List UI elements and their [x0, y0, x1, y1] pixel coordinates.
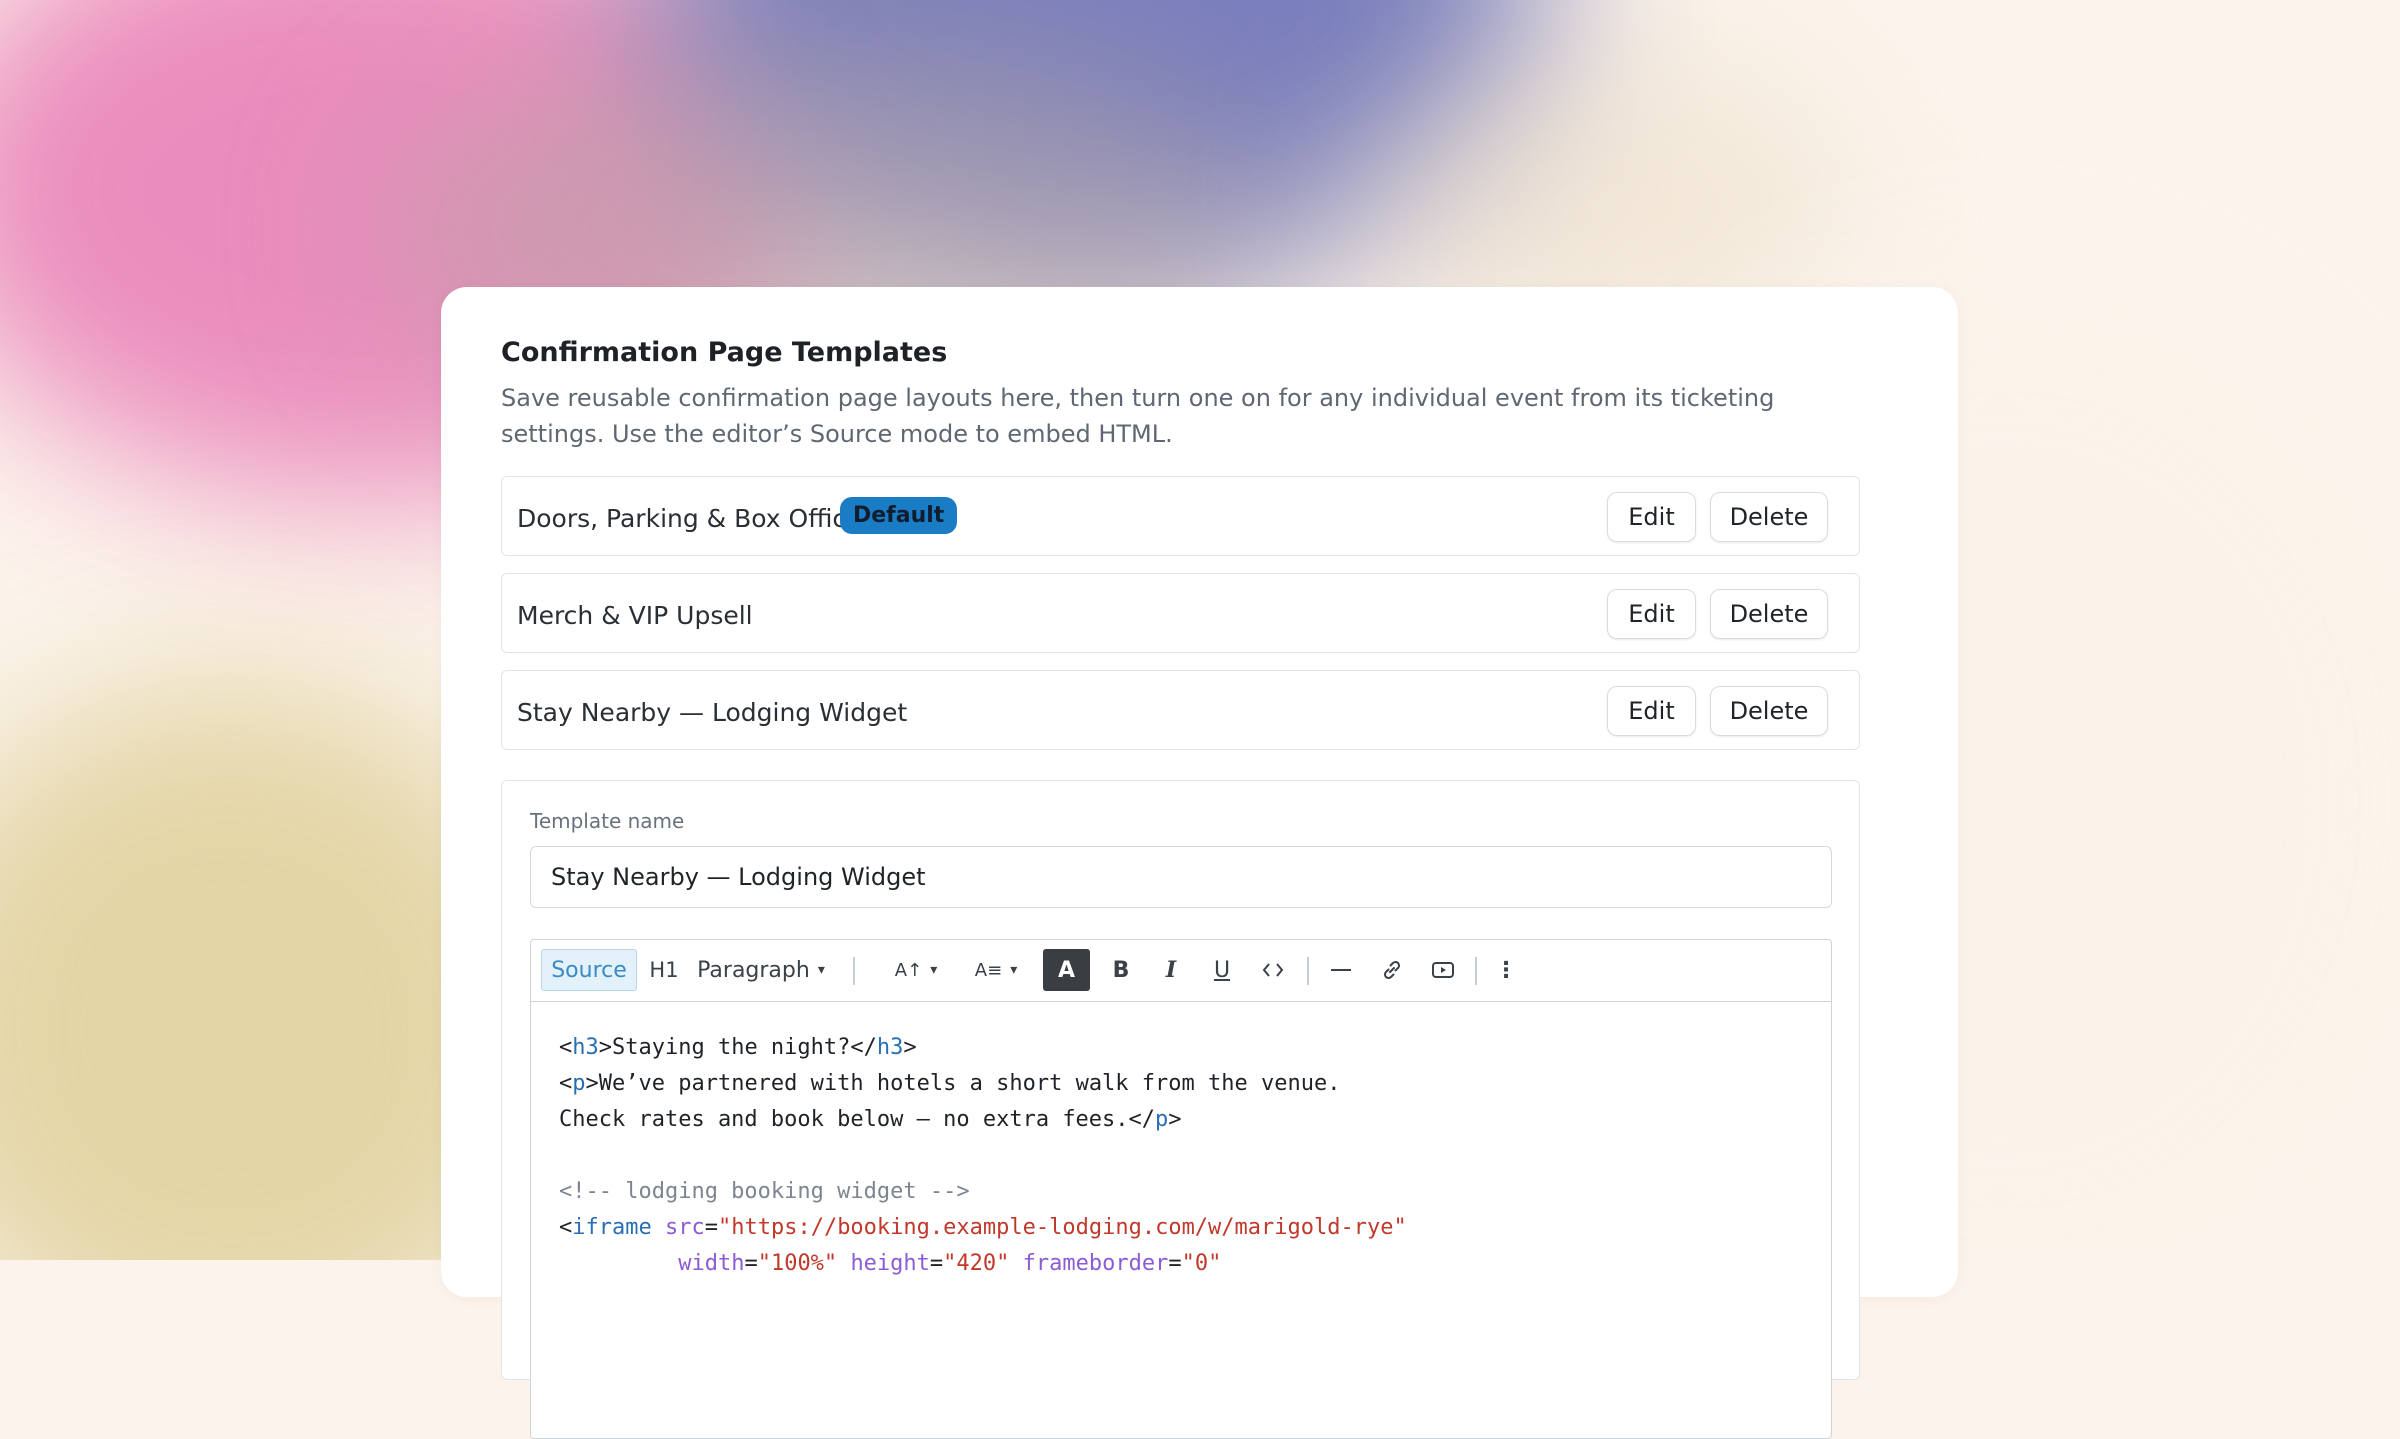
source-mode-button[interactable]: Source — [541, 949, 637, 991]
chevron-down-icon: ▾ — [817, 962, 825, 978]
delete-button[interactable]: Delete — [1710, 492, 1828, 542]
link-icon[interactable] — [1372, 949, 1412, 991]
bold-button[interactable]: B — [1101, 949, 1141, 991]
template-name: Doors, Parking & Box Office — [517, 504, 862, 533]
edit-button[interactable]: Edit — [1607, 589, 1696, 639]
source-code-editor[interactable]: <h3>Staying the night?</h3> <p>We’ve par… — [559, 1030, 1407, 1282]
font-color-button[interactable]: A — [1043, 949, 1090, 991]
template-row: Doors, Parking & Box Office Default Edit… — [501, 476, 1860, 556]
font-size-icon: A↑ — [894, 959, 923, 981]
templates-card: Confirmation Page Templates Save reusabl… — [441, 287, 1958, 1439]
more-options-icon[interactable]: ⋮ — [1486, 949, 1526, 991]
italic-button[interactable]: I — [1151, 949, 1191, 991]
template-editor-panel: Template name Source H1 Paragraph ▾ A↑ ▾… — [501, 780, 1860, 1439]
toolbar-divider — [1307, 957, 1309, 985]
template-row: Stay Nearby — Lodging Widget Edit Delete — [501, 670, 1860, 750]
chevron-down-icon: ▾ — [1010, 962, 1018, 978]
template-name-input[interactable] — [530, 846, 1832, 908]
template-row: Merch & VIP Upsell Edit Delete — [501, 573, 1860, 653]
template-name: Stay Nearby — Lodging Widget — [517, 698, 908, 727]
toolbar-divider — [853, 957, 855, 985]
editor-toolbar: Source H1 Paragraph ▾ A↑ ▾ A≡ ▾ A B I U … — [531, 940, 1831, 1002]
page-title: Confirmation Page Templates — [501, 337, 948, 368]
heading-icon[interactable]: H1 — [649, 949, 679, 991]
default-badge: Default — [840, 497, 958, 534]
delete-button[interactable]: Delete — [1710, 589, 1828, 639]
font-family-dropdown[interactable]: A≡ ▾ — [966, 949, 1026, 991]
code-icon[interactable] — [1253, 949, 1293, 991]
chevron-down-icon: ▾ — [930, 962, 938, 978]
template-name-label: Template name — [530, 809, 685, 833]
underline-button[interactable]: U — [1202, 949, 1242, 991]
horizontal-rule-icon[interactable] — [1321, 949, 1361, 991]
edit-button[interactable]: Edit — [1607, 492, 1696, 542]
toolbar-divider — [1475, 957, 1477, 985]
font-size-dropdown[interactable]: A↑ ▾ — [886, 949, 946, 991]
edit-button[interactable]: Edit — [1607, 686, 1696, 736]
paragraph-format-dropdown[interactable]: Paragraph ▾ — [691, 949, 831, 991]
delete-button[interactable]: Delete — [1710, 686, 1828, 736]
font-family-icon: A≡ — [974, 959, 1003, 981]
paragraph-format-label: Paragraph — [697, 957, 810, 983]
rich-text-editor: Source H1 Paragraph ▾ A↑ ▾ A≡ ▾ A B I U … — [530, 939, 1832, 1439]
media-embed-icon[interactable] — [1423, 949, 1463, 991]
template-name: Merch & VIP Upsell — [517, 601, 753, 630]
page-description: Save reusable confirmation page layouts … — [501, 384, 1775, 448]
